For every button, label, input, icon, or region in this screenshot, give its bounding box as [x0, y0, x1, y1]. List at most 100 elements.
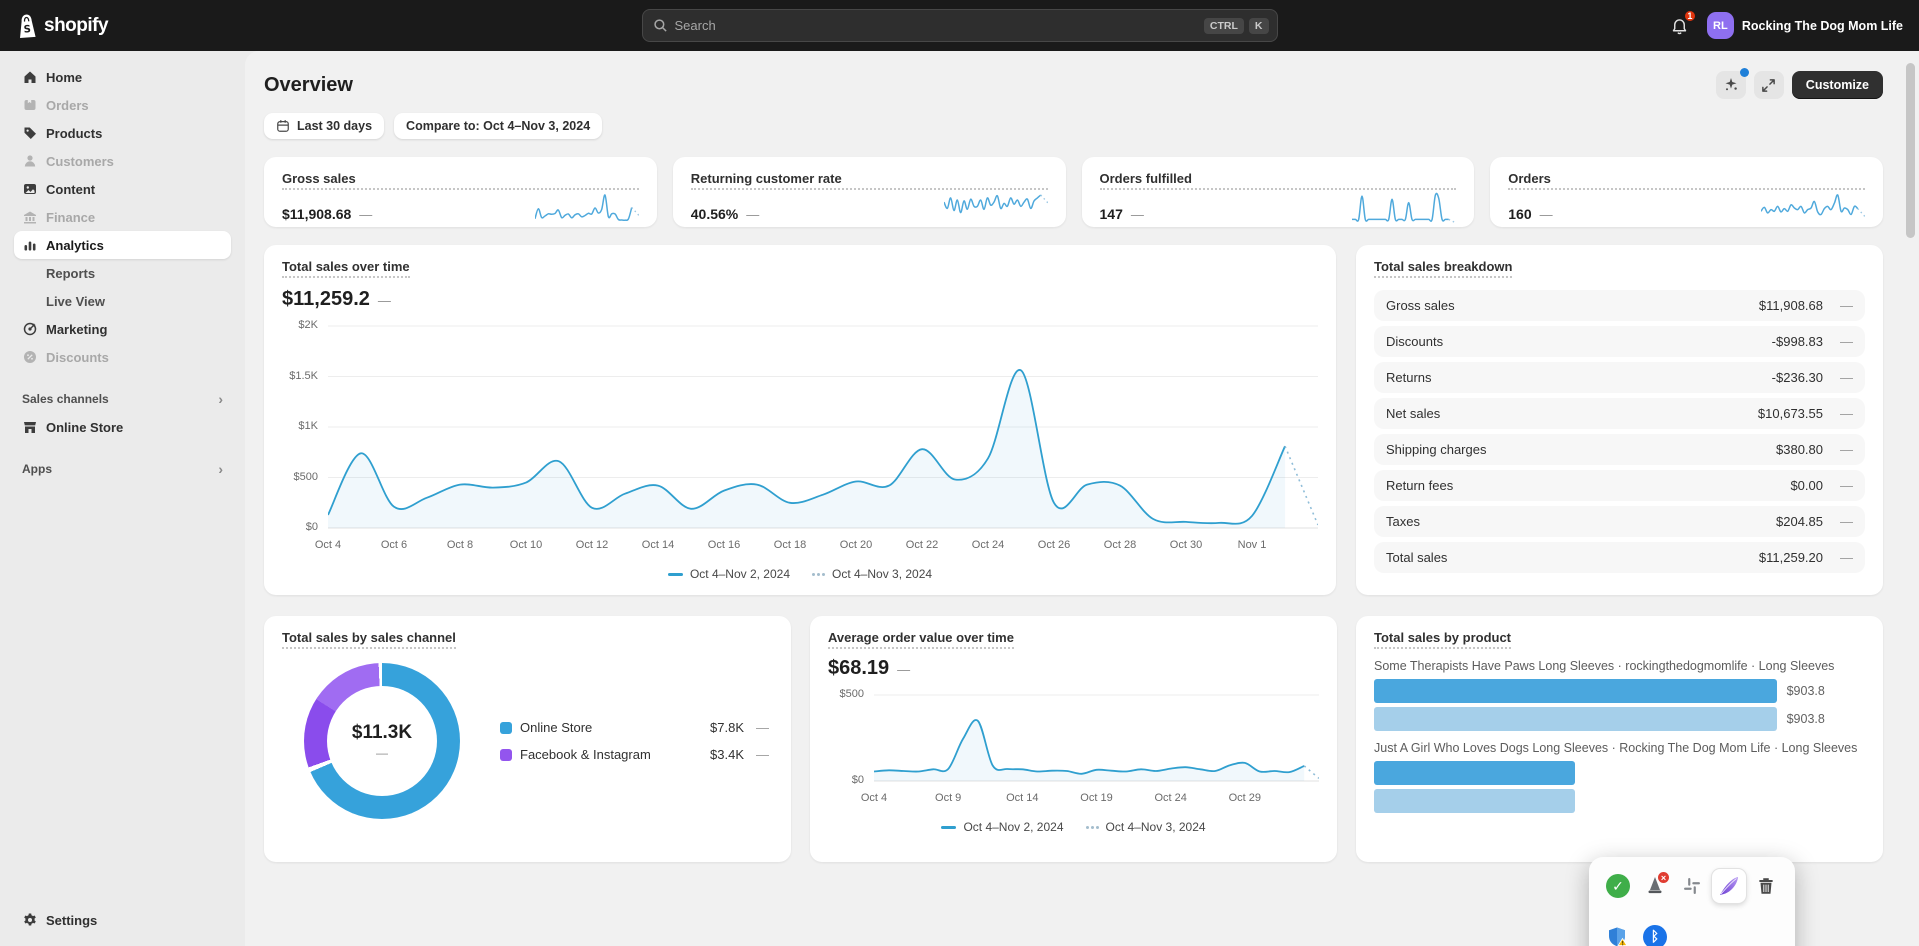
sidebar-item-settings[interactable]: Settings	[14, 908, 231, 932]
total-sales-delta: —	[377, 293, 391, 308]
store-icon	[22, 419, 38, 435]
feather-icon[interactable]	[1712, 869, 1746, 903]
fullscreen-button[interactable]	[1753, 71, 1784, 99]
sidebar-item-marketing[interactable]: Marketing	[14, 315, 231, 343]
x-tick-label: Oct 22	[905, 539, 939, 551]
legend-dot	[822, 572, 825, 576]
account-menu[interactable]: RL Rocking The Dog Mom Life	[1706, 12, 1903, 39]
breakdown-row-net-sales[interactable]: Net sales $10,673.55 —	[1374, 398, 1865, 429]
sidebar-section-sales-channels[interactable]: Sales channels ›	[22, 391, 223, 407]
compare-button[interactable]: Compare to: Oct 4–Nov 3, 2024	[394, 113, 603, 139]
customers-icon	[22, 153, 38, 169]
x-tick-label: Oct 26	[1037, 539, 1071, 551]
sidebar-section-apps[interactable]: Apps ›	[22, 461, 223, 477]
sparkle-icon	[1725, 78, 1737, 91]
sidebar-item-products[interactable]: Products	[14, 119, 231, 147]
breakdown-value: $10,673.55	[1757, 406, 1823, 421]
sidebar-item-online-store[interactable]: Online Store	[14, 413, 231, 441]
bluetooth-icon[interactable]: ᛒ	[1638, 920, 1672, 946]
breakdown-delta: —	[1840, 514, 1853, 529]
trash-icon[interactable]	[1749, 869, 1783, 903]
page-title: Overview	[264, 73, 353, 96]
breakdown-row-discounts[interactable]: Discounts -$998.83 —	[1374, 326, 1865, 357]
average-order-value-card: Average order value over time $68.19 — $5…	[810, 616, 1337, 862]
metric-delta: —	[1130, 207, 1144, 222]
breakdown-row-gross-sales[interactable]: Gross sales $11,908.68 —	[1374, 290, 1865, 321]
legend-label: Oct 4–Nov 3, 2024	[832, 567, 933, 581]
product-bar-value: $903.8	[1786, 712, 1825, 726]
sidebar-item-reports[interactable]: Reports	[14, 259, 231, 287]
breakdown-row-total-sales[interactable]: Total sales $11,259.20 —	[1374, 542, 1865, 573]
metric-value-row: 40.56% —	[691, 190, 1048, 226]
date-range-button[interactable]: Last 30 days	[264, 113, 385, 139]
channel-value: $3.4K	[710, 747, 744, 762]
y-tick-label: $0	[305, 521, 318, 533]
average-order-value-title[interactable]: Average order value over time	[828, 630, 1014, 649]
shopify-logo[interactable]: S shopify	[16, 13, 109, 39]
search-input[interactable]: Search CTRL K	[641, 9, 1278, 42]
total-sales-breakdown-title[interactable]: Total sales breakdown	[1374, 259, 1513, 278]
channel-legend-row-online-store[interactable]: Online Store $7.8K —	[500, 720, 769, 735]
sidebar-item-analytics[interactable]: Analytics	[14, 231, 231, 259]
aov-line-chart: $500 $0 Oct 4 Oct 9 Oct 14 Oct 19 Oct 24 Oct 29…	[828, 688, 1319, 834]
product-name: Just A Girl Who Loves Dogs Long Sleeves …	[1374, 741, 1858, 755]
sidebar-item-content[interactable]: Content	[14, 175, 231, 203]
insights-button[interactable]	[1715, 68, 1749, 99]
breakdown-row-taxes[interactable]: Taxes $204.85 —	[1374, 506, 1865, 537]
channel-legend-row-facebook-instagram[interactable]: Facebook & Instagram $3.4K —	[500, 747, 769, 762]
scrollbar-thumb[interactable]	[1906, 63, 1915, 238]
breakdown-row-returns[interactable]: Returns -$236.30 —	[1374, 362, 1865, 393]
legend-dotted-marker	[812, 572, 825, 576]
sidebar-item-live-view[interactable]: Live View	[14, 287, 231, 315]
metric-card-gross-sales: Gross sales $11,908.68—	[264, 157, 657, 227]
metric-title[interactable]: Orders	[1508, 171, 1865, 190]
total-sales-chart-legend: Oct 4–Nov 2, 2024 Oct 4–Nov 3, 2024	[282, 567, 1318, 581]
sidebar-item-label: Home	[46, 69, 83, 85]
metric-value: 147—	[1099, 206, 1144, 222]
aov-delta: —	[897, 662, 911, 677]
product-bar[interactable]	[1374, 789, 1576, 813]
product-bar[interactable]	[1374, 761, 1576, 785]
donut-total-value: $11.3K	[351, 722, 413, 743]
product-block: Some Therapists Have Paws Long Sleeves ·…	[1374, 659, 1865, 731]
metric-title[interactable]: Gross sales	[282, 171, 639, 190]
metric-title[interactable]: Orders fulfilled	[1099, 171, 1457, 190]
breakdown-delta: —	[1840, 478, 1853, 493]
aov-chart-legend: Oct 4–Nov 2, 2024 Oct 4–Nov 3, 2024	[828, 820, 1319, 834]
breakdown-label: Gross sales	[1386, 298, 1455, 313]
sales-by-product-title[interactable]: Total sales by product	[1374, 630, 1512, 649]
product-bar[interactable]	[1374, 679, 1777, 703]
x-tick-label: Oct 14	[641, 539, 675, 551]
legend-dotted-marker	[1085, 825, 1099, 829]
slack-icon[interactable]	[1675, 869, 1709, 903]
y-tick-label: $500	[839, 688, 864, 700]
metric-card-returning-customer-rate: Returning customer rate 40.56% —	[672, 157, 1066, 227]
floating-icon-popup: ✓ × ᛒ	[1589, 857, 1795, 946]
checkmark-icon[interactable]: ✓	[1601, 869, 1635, 903]
search-placeholder: Search	[674, 18, 716, 33]
breakdown-label: Return fees	[1386, 478, 1454, 493]
notifications-button[interactable]: 1	[1667, 8, 1697, 39]
x-tick-label: Oct 9	[935, 792, 962, 804]
pin-error-icon[interactable]: ×	[1638, 869, 1672, 903]
breakdown-label: Discounts	[1386, 334, 1444, 349]
chevron-right-icon: ›	[218, 461, 223, 477]
total-sales-chart-grid: $2K $1.5K $1K $500 $0 Oct 4 Oct 6 Oct 8 Oct 10 Oc…	[282, 319, 1318, 581]
metric-value: 160—	[1508, 206, 1553, 222]
total-sales-headline: $11,259.2 —	[282, 288, 1318, 311]
product-bar[interactable]	[1374, 707, 1777, 731]
sidebar-section-label: Apps	[22, 462, 52, 476]
breakdown-row-return-fees[interactable]: Return fees $0.00 —	[1374, 470, 1865, 501]
customize-button[interactable]: Customize	[1791, 71, 1883, 99]
sidebar-item-label: Content	[46, 181, 96, 197]
metric-title[interactable]: Returning customer rate	[690, 171, 1048, 190]
sidebar-item-home[interactable]: Home	[14, 63, 231, 91]
legend-label: Oct 4–Nov 2, 2024	[963, 820, 1064, 834]
sales-by-channel-title[interactable]: Total sales by sales channel	[282, 630, 456, 649]
shopify-wordmark: shopify	[44, 14, 109, 36]
sales-channel-donut-chart: $11.3K —	[304, 663, 460, 819]
shield-warning-icon[interactable]	[1601, 920, 1635, 946]
total-sales-over-time-title[interactable]: Total sales over time	[282, 259, 410, 278]
breakdown-row-shipping-charges[interactable]: Shipping charges $380.80 —	[1374, 434, 1865, 465]
breakdown-delta: —	[1840, 334, 1853, 349]
